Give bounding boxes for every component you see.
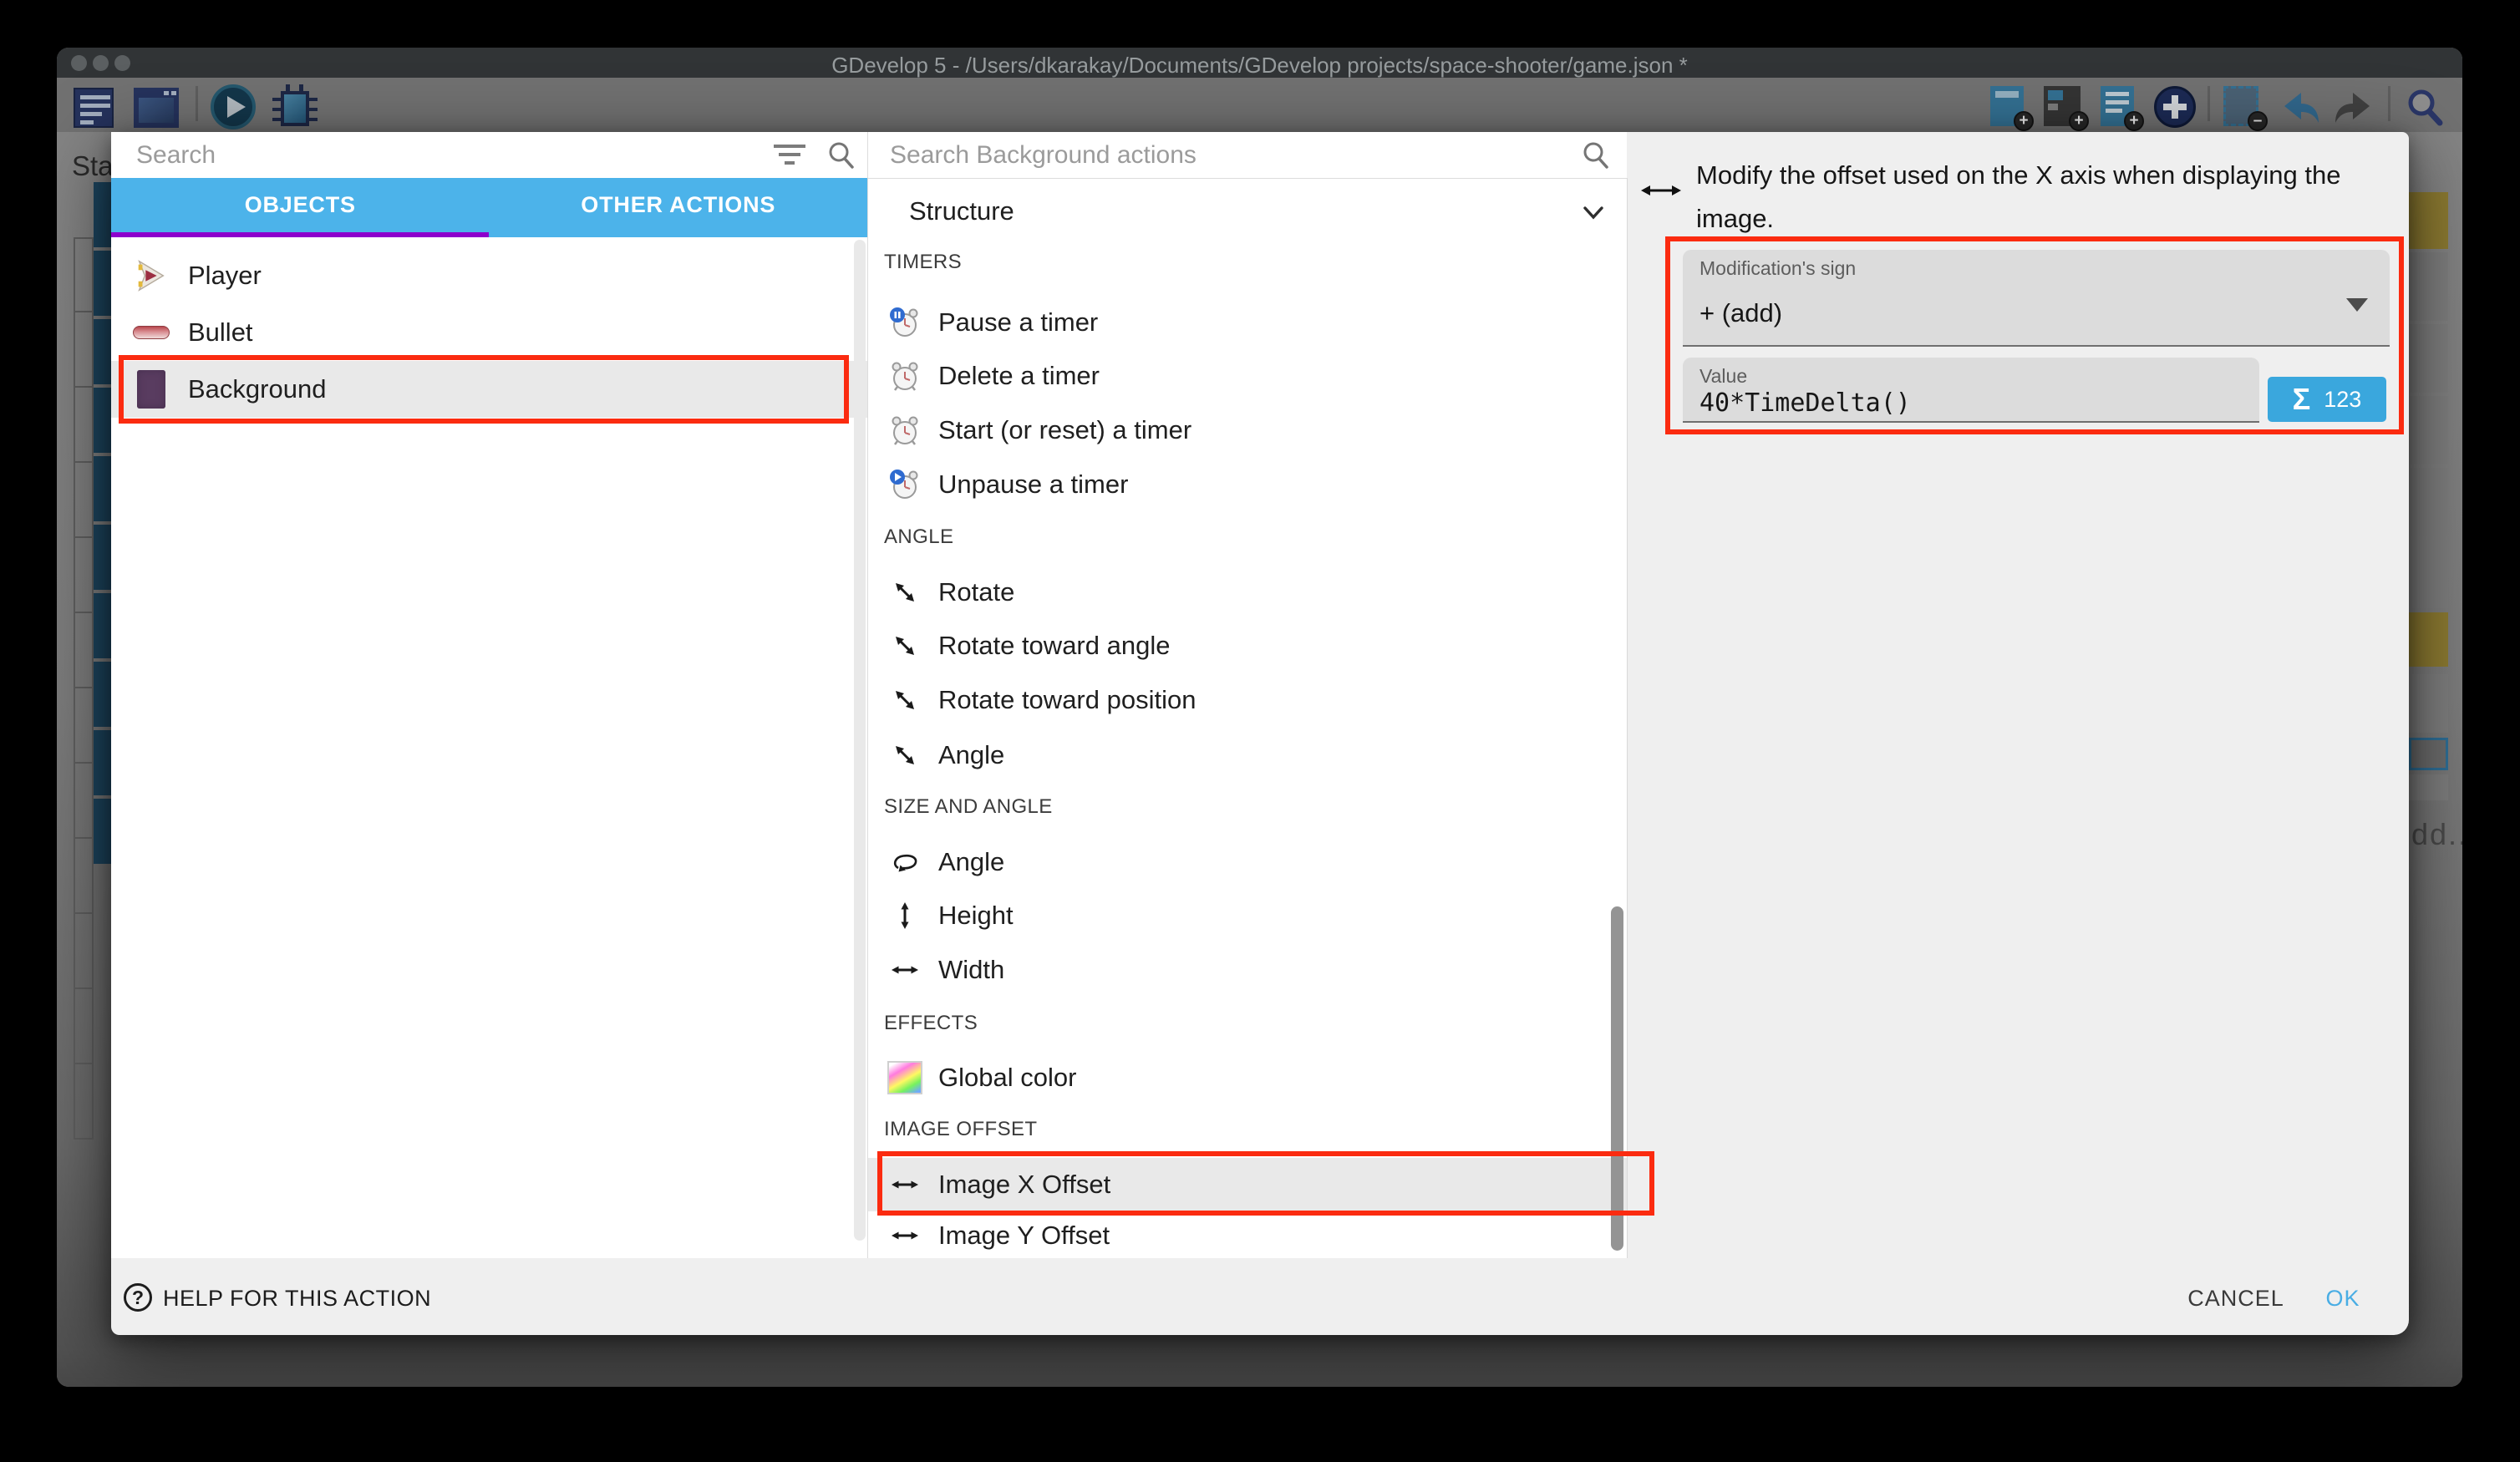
toolbar-separator bbox=[196, 86, 198, 121]
search-icon[interactable] bbox=[824, 138, 857, 175]
window-title: GDevelop 5 - /Users/dkarakay/Documents/G… bbox=[57, 53, 2462, 79]
section-header: IMAGE OFFSET bbox=[884, 1118, 1037, 1141]
rotate-diagonal-arrow-icon bbox=[887, 682, 923, 718]
annotation-box-background-object bbox=[119, 355, 849, 424]
panel-divider bbox=[1627, 178, 1628, 1258]
timer-icon bbox=[887, 358, 923, 394]
object-row-player[interactable]: Player bbox=[111, 247, 867, 304]
annotation-box-parameters bbox=[1665, 236, 2404, 434]
project-manager-icon[interactable] bbox=[70, 84, 117, 131]
add-event-icon[interactable]: + bbox=[1987, 84, 2034, 131]
chevron-down-icon[interactable] bbox=[1578, 197, 1609, 233]
divider bbox=[868, 178, 1627, 179]
rotation-loop-icon bbox=[887, 844, 923, 881]
action-description: Modify the offset used on the X axis whe… bbox=[1696, 154, 2423, 241]
timer-play-icon bbox=[887, 466, 923, 503]
horizontal-arrow-icon bbox=[887, 952, 923, 988]
action-row[interactable]: Angle bbox=[868, 728, 1627, 782]
action-group-selector[interactable]: Structure bbox=[909, 196, 1014, 226]
action-row[interactable]: Unpause a timer bbox=[868, 458, 1627, 511]
cancel-button[interactable]: CANCEL bbox=[2169, 1286, 2303, 1312]
redo-icon[interactable] bbox=[2331, 84, 2378, 131]
help-icon[interactable]: ? bbox=[124, 1283, 152, 1312]
add-circle-icon[interactable] bbox=[2152, 84, 2199, 131]
scene-editor-icon[interactable] bbox=[132, 84, 179, 131]
rotate-diagonal-arrow-icon bbox=[887, 574, 923, 611]
gdevelop-window: GDevelop 5 - /Users/dkarakay/Documents/G… bbox=[57, 48, 2462, 1387]
minus-badge: – bbox=[2248, 111, 2268, 131]
action-row[interactable]: Global color bbox=[868, 1051, 1627, 1104]
action-row[interactable]: Start (or reset) a timer bbox=[868, 404, 1627, 457]
event-rows-right-strip bbox=[2409, 192, 2448, 800]
active-tab-underline bbox=[111, 232, 489, 237]
filter-icon[interactable] bbox=[774, 145, 805, 165]
objects-panel-tabs: OBJECTS OTHER ACTIONS bbox=[111, 178, 867, 237]
section-header: EFFECTS bbox=[884, 1012, 978, 1035]
debug-icon[interactable] bbox=[271, 84, 318, 131]
add-action-partial-label: dd... bbox=[2411, 817, 2462, 852]
plus-badge: + bbox=[2014, 111, 2034, 131]
tab-objects[interactable]: OBJECTS bbox=[111, 178, 490, 232]
timer-pause-icon bbox=[887, 304, 923, 341]
main-toolbar: + + + – bbox=[57, 78, 2462, 132]
add-subevent-icon[interactable]: + bbox=[2042, 84, 2089, 131]
color-gradient-icon bbox=[887, 1059, 923, 1096]
horizontal-arrow-icon bbox=[887, 1217, 923, 1254]
action-row[interactable]: Pause a timer bbox=[868, 296, 1627, 349]
object-row-bullet[interactable]: Bullet bbox=[111, 304, 867, 361]
action-row[interactable]: Delete a timer bbox=[868, 349, 1627, 403]
search-events-icon[interactable] bbox=[2401, 84, 2448, 131]
rotate-diagonal-arrow-icon bbox=[887, 627, 923, 664]
annotation-box-image-x-offset bbox=[877, 1151, 1654, 1216]
search-icon bbox=[1578, 138, 1612, 175]
section-header: SIZE AND ANGLE bbox=[884, 795, 1053, 819]
section-header: ANGLE bbox=[884, 525, 953, 549]
events-grid-column bbox=[74, 237, 94, 1140]
background-tab-partial-label: Sta bbox=[72, 150, 114, 182]
action-row[interactable]: Angle bbox=[868, 835, 1627, 889]
player-ship-icon bbox=[133, 257, 170, 294]
action-row[interactable]: Rotate toward angle bbox=[868, 619, 1627, 673]
bullet-icon bbox=[133, 314, 170, 351]
actions-search-input[interactable] bbox=[888, 138, 1476, 173]
action-row[interactable]: Width bbox=[868, 943, 1627, 997]
toolbar-separator bbox=[2208, 86, 2210, 121]
vertical-arrow-icon bbox=[887, 897, 923, 934]
timer-icon bbox=[887, 412, 923, 449]
ok-button[interactable]: OK bbox=[2309, 1286, 2376, 1312]
section-header: TIMERS bbox=[884, 251, 962, 274]
undo-icon[interactable] bbox=[2276, 84, 2323, 131]
window-titlebar[interactable]: GDevelop 5 - /Users/dkarakay/Documents/G… bbox=[57, 48, 2462, 78]
horizontal-arrow-icon bbox=[1639, 172, 1683, 213]
plus-badge: + bbox=[2124, 111, 2144, 131]
play-preview-icon[interactable] bbox=[211, 84, 257, 131]
add-comment-icon[interactable]: + bbox=[2097, 84, 2144, 131]
help-link[interactable]: HELP FOR THIS ACTION bbox=[163, 1286, 431, 1312]
plus-badge: + bbox=[2069, 111, 2089, 131]
objects-scrollbar[interactable] bbox=[854, 240, 866, 1241]
event-blocks-column bbox=[94, 182, 111, 864]
remove-event-icon[interactable]: – bbox=[2221, 84, 2268, 131]
action-row[interactable]: Height bbox=[868, 889, 1627, 942]
action-row[interactable]: Rotate bbox=[868, 566, 1627, 619]
action-editor-dialog: OBJECTS OTHER ACTIONS Player Bullet Back… bbox=[111, 132, 2409, 1335]
toolbar-separator bbox=[2388, 86, 2390, 121]
objects-search-input[interactable] bbox=[135, 138, 673, 173]
rotate-diagonal-arrow-icon bbox=[887, 737, 923, 774]
action-row[interactable]: Image Y Offset bbox=[868, 1213, 1627, 1258]
action-row[interactable]: Rotate toward position bbox=[868, 673, 1627, 727]
tab-other-actions[interactable]: OTHER ACTIONS bbox=[490, 178, 868, 232]
